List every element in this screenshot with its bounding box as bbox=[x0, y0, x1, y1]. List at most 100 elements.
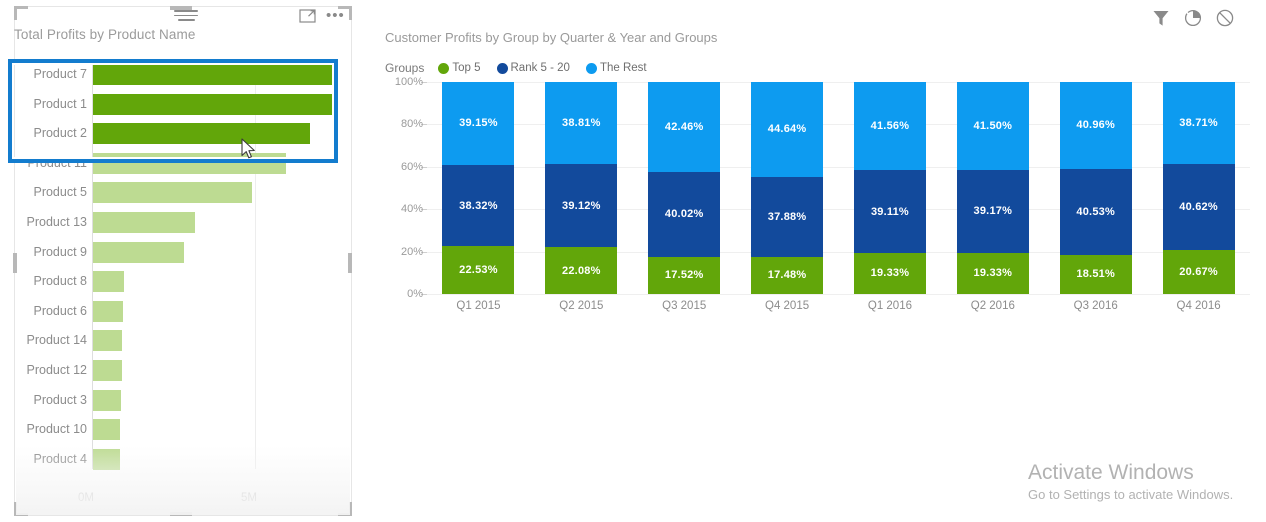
resize-handle-top-left[interactable] bbox=[14, 6, 17, 20]
x-axis-tick-label: Q1 2015 bbox=[456, 300, 501, 312]
stacked-column[interactable]: 39.15% 38.32% 22.53% bbox=[427, 82, 530, 294]
bar-segment[interactable] bbox=[93, 241, 184, 263]
stack-segment[interactable]: 41.56% bbox=[853, 82, 926, 171]
stack-segment[interactable]: 39.15% bbox=[442, 82, 515, 165]
bar-segment[interactable] bbox=[93, 330, 123, 352]
no-entry-icon[interactable] bbox=[1214, 7, 1236, 29]
stacked-columns[interactable]: 39.15% 38.32% 22.53% 38.81% 39.12% 22.08% 42.4… bbox=[427, 82, 1250, 294]
bar-category-label: Product 6 bbox=[33, 303, 87, 318]
focus-mode-icon[interactable] bbox=[1182, 7, 1204, 29]
bar-segment[interactable] bbox=[93, 419, 121, 441]
stack-segment[interactable]: 39.12% bbox=[545, 164, 618, 248]
chart-legend[interactable]: Groups Top 5 Rank 5 - 20 The Rest bbox=[385, 59, 663, 77]
data-label: 40.02% bbox=[664, 208, 704, 221]
gridline bbox=[427, 294, 1250, 295]
stacked-column[interactable]: 44.64% 37.88% 17.48% bbox=[736, 82, 839, 294]
stacked-column[interactable]: 40.96% 40.53% 18.51% bbox=[1044, 82, 1147, 294]
stacked-column[interactable]: 38.71% 40.62% 20.67% bbox=[1147, 82, 1250, 294]
legend-label: Rank 5 - 20 bbox=[510, 62, 570, 74]
stack-segment[interactable]: 17.48% bbox=[751, 256, 824, 294]
bar-segment[interactable] bbox=[93, 359, 122, 381]
sort-icon[interactable] bbox=[174, 10, 198, 22]
more-options-icon[interactable]: ••• bbox=[326, 8, 348, 24]
stack-segment[interactable]: 42.46% bbox=[648, 82, 721, 172]
data-label: 37.88% bbox=[767, 210, 807, 223]
bar-row[interactable]: Product 12 bbox=[15, 356, 350, 386]
legend-item[interactable]: Top 5 bbox=[438, 62, 481, 74]
stacked-column[interactable]: 42.46% 40.02% 17.52% bbox=[633, 82, 736, 294]
stack-segment[interactable]: 40.02% bbox=[648, 172, 721, 257]
legend-item[interactable]: The Rest bbox=[585, 62, 647, 74]
visual-header-toolbar[interactable]: ••• bbox=[160, 6, 348, 28]
stack-segment[interactable]: 39.17% bbox=[956, 169, 1029, 253]
stack-segment[interactable]: 40.53% bbox=[1059, 168, 1132, 255]
y-axis bbox=[385, 82, 425, 294]
bar-segment[interactable] bbox=[93, 389, 121, 411]
stack-segment[interactable]: 19.33% bbox=[956, 253, 1029, 294]
data-label: 17.48% bbox=[767, 269, 807, 282]
data-label: 38.71% bbox=[1179, 117, 1218, 130]
stack-segment[interactable]: 17.52% bbox=[648, 256, 721, 294]
focus-mode-icon[interactable] bbox=[299, 8, 317, 24]
stack-segment[interactable]: 39.11% bbox=[853, 170, 926, 253]
selection-highlight-box[interactable] bbox=[8, 59, 338, 163]
bar-row[interactable]: Product 9 bbox=[15, 238, 350, 268]
page-title: Total Profits by Product Name bbox=[14, 27, 196, 42]
bar-category-label: Product 8 bbox=[33, 274, 87, 289]
visual-header-toolbar-right[interactable] bbox=[1150, 7, 1236, 31]
stack-segment[interactable]: 40.62% bbox=[1162, 164, 1235, 251]
x-axis-tick-label: Q3 2015 bbox=[662, 300, 707, 312]
legend-label: Top 5 bbox=[452, 62, 481, 74]
stack-segment[interactable]: 22.53% bbox=[442, 246, 515, 294]
bar-row[interactable]: Product 13 bbox=[15, 208, 350, 238]
bar-segment[interactable] bbox=[93, 300, 124, 322]
bar-segment[interactable] bbox=[93, 182, 252, 204]
stack-segment[interactable]: 20.67% bbox=[1162, 250, 1235, 294]
stack-segment[interactable]: 18.51% bbox=[1059, 254, 1132, 294]
total-profits-bar-visual[interactable]: ••• Total Profits by Product Name Produc… bbox=[0, 0, 352, 522]
bar-category-label: Product 5 bbox=[33, 185, 87, 200]
bar-segment[interactable] bbox=[93, 271, 124, 293]
bar-row[interactable]: Product 10 bbox=[15, 415, 350, 445]
stack-segment[interactable]: 38.71% bbox=[1162, 82, 1235, 165]
stack-segment[interactable]: 44.64% bbox=[751, 82, 824, 177]
data-label: 38.32% bbox=[459, 199, 498, 212]
bar-category-label: Product 3 bbox=[33, 392, 87, 407]
filter-icon[interactable] bbox=[1150, 7, 1172, 29]
stacked-column[interactable]: 38.81% 39.12% 22.08% bbox=[530, 82, 633, 294]
y-axis-tick-label: 40% bbox=[400, 203, 423, 216]
customer-profits-stacked-visual[interactable]: Customer Profits by Group by Quarter & Y… bbox=[360, 0, 1266, 522]
bar-row[interactable]: Product 14 bbox=[15, 326, 350, 356]
stacked-column[interactable]: 41.50% 39.17% 19.33% bbox=[941, 82, 1044, 294]
watermark-title: Activate Windows bbox=[1028, 461, 1194, 484]
stack-segment[interactable]: 38.32% bbox=[442, 164, 515, 247]
legend-swatch-icon bbox=[496, 62, 508, 74]
bar-segment[interactable] bbox=[93, 448, 120, 470]
data-label: 19.33% bbox=[973, 267, 1013, 280]
y-axis-tick-label: 20% bbox=[400, 245, 423, 258]
stack-segment[interactable]: 19.33% bbox=[853, 253, 926, 294]
resize-handle-bottom-middle[interactable] bbox=[170, 512, 192, 516]
stack-segment[interactable]: 22.08% bbox=[545, 247, 618, 294]
x-tick-0m: 0M bbox=[78, 492, 94, 504]
stack-segment[interactable]: 37.88% bbox=[751, 176, 824, 257]
y-axis-tick-label: 100% bbox=[394, 76, 423, 88]
bar-category-label: Product 14 bbox=[26, 333, 87, 348]
bar-row[interactable]: Product 5 bbox=[15, 178, 350, 208]
bar-row[interactable]: Product 6 bbox=[15, 297, 350, 327]
stack-segment[interactable]: 38.81% bbox=[545, 82, 618, 165]
bar-segment[interactable] bbox=[93, 211, 196, 233]
stacked-column[interactable]: 41.56% 39.11% 19.33% bbox=[839, 82, 942, 294]
legend-item[interactable]: Rank 5 - 20 bbox=[496, 62, 570, 74]
x-axis-tick-label: Q2 2015 bbox=[559, 300, 604, 312]
data-label: 22.08% bbox=[562, 264, 601, 277]
stacked-chart-plot-area[interactable]: 0% 20% 40% 60% 80% 100% 39.15% 38.32% 22.53% 38.… bbox=[385, 76, 1250, 322]
bar-row[interactable]: Product 8 bbox=[15, 267, 350, 297]
bar-row[interactable]: Product 4 bbox=[15, 445, 350, 475]
stack-segment[interactable]: 40.96% bbox=[1059, 82, 1132, 169]
bar-row[interactable]: Product 3 bbox=[15, 386, 350, 416]
stack-segment[interactable]: 41.50% bbox=[956, 82, 1029, 170]
data-label: 42.46% bbox=[664, 121, 704, 133]
data-label: 40.62% bbox=[1179, 201, 1218, 214]
resize-handle-top-right[interactable] bbox=[349, 6, 352, 20]
